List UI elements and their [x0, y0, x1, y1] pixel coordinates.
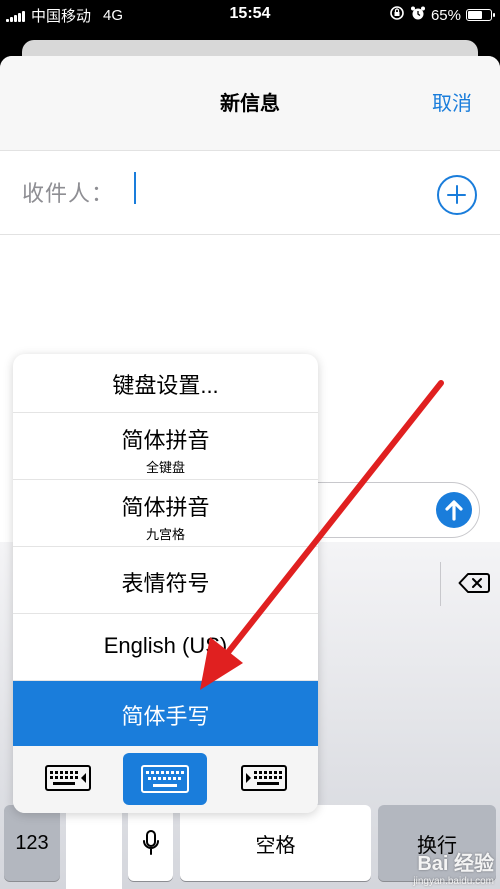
menu-item-english[interactable]: English (US)	[13, 614, 318, 681]
keyboard-position-bar	[13, 746, 318, 813]
menu-item-label: 简体拼音	[121, 428, 210, 453]
watermark-url: jingyan.baidu.com	[413, 876, 494, 887]
battery-fill	[468, 11, 483, 19]
orientation-lock-icon	[389, 5, 405, 25]
menu-item-emoji[interactable]: 表情符号	[13, 547, 318, 614]
numbers-key[interactable]: 123	[4, 805, 60, 881]
menu-item-label: 简体拼音	[121, 495, 210, 520]
cancel-button[interactable]: 取消	[432, 87, 472, 116]
keyboard-right-icon	[241, 765, 287, 791]
delete-key[interactable]	[458, 572, 490, 594]
menu-item-label: 简体手写	[121, 704, 210, 729]
menu-item-label: 表情符号	[121, 571, 210, 596]
backspace-icon	[458, 573, 490, 593]
input-method-menu: 键盘设置... 简体拼音 全键盘 简体拼音 九宫格 表情符号 English (…	[13, 354, 318, 813]
keyboard-full-icon	[141, 765, 189, 793]
recipient-label: 收件人：	[22, 181, 115, 206]
menu-item-sublabel: 九宫格	[145, 527, 185, 542]
recipient-row[interactable]: 收件人：	[0, 152, 500, 235]
keyboard-divider	[440, 562, 441, 606]
menu-item-handwriting[interactable]: 简体手写	[13, 681, 318, 746]
menu-item-label: English (US)	[103, 633, 228, 658]
dictation-key[interactable]	[128, 805, 173, 881]
nav-bar: 新信息 取消	[0, 56, 500, 151]
baidu-watermark: Bai 经验 jingyan.baidu.com	[413, 847, 494, 887]
add-contact-button[interactable]	[437, 175, 477, 215]
arrow-up-icon	[445, 500, 463, 521]
alarm-icon	[410, 5, 426, 25]
status-right: 65%	[389, 5, 495, 25]
send-button[interactable]	[436, 492, 472, 528]
menu-item-keyboard-settings[interactable]: 键盘设置...	[13, 354, 318, 413]
full-keyboard-button[interactable]	[123, 753, 207, 805]
menu-item-label: 键盘设置...	[112, 373, 219, 398]
text-cursor	[134, 172, 136, 204]
page-title: 新信息	[220, 93, 280, 115]
menu-item-sublabel: 全键盘	[145, 460, 185, 475]
left-keyboard-button[interactable]	[43, 758, 93, 798]
battery-icon	[466, 9, 495, 21]
space-key[interactable]: 空格	[180, 805, 371, 881]
microphone-icon	[142, 830, 159, 855]
menu-item-pinyin-qwerty[interactable]: 简体拼音 全键盘	[13, 413, 318, 480]
right-keyboard-button[interactable]	[239, 758, 289, 798]
watermark-brand: Bai 经验	[417, 853, 494, 875]
menu-item-pinyin-10key[interactable]: 简体拼音 九宫格	[13, 480, 318, 547]
keyboard-left-icon	[45, 765, 91, 791]
battery-percent: 65%	[430, 6, 461, 24]
status-bar: 中国移动 4G 15:54 65%	[0, 0, 500, 30]
